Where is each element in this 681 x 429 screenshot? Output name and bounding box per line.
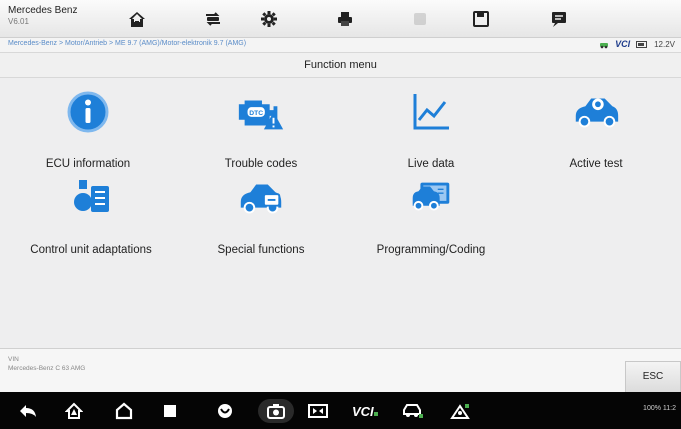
system-status: 100% 11:2 <box>643 405 676 412</box>
vehicle-info: VIN Mercedes-Benz C 63 AMG <box>8 355 85 373</box>
browser-button[interactable] <box>213 399 237 423</box>
programming-icon <box>405 176 457 220</box>
tile-trouble-codes[interactable]: DTC Trouble codes <box>176 84 346 176</box>
connection-status: VCI 12.2V <box>599 39 675 49</box>
car-wrench-icon <box>235 176 287 220</box>
adaptation-icon <box>65 176 117 220</box>
brand-name: Mercedes Benz <box>8 5 78 16</box>
save-button[interactable] <box>470 8 492 30</box>
print-button[interactable] <box>334 8 356 30</box>
datalog-button[interactable] <box>548 8 570 30</box>
home-button[interactable] <box>126 8 148 30</box>
tile-live-data[interactable]: Live data <box>346 84 516 176</box>
live-graph-icon <box>405 90 457 134</box>
recent-apps-icon <box>164 405 176 417</box>
vehicle-icon <box>403 404 423 418</box>
tile-label: Active test <box>569 158 623 170</box>
print-icon <box>338 12 352 26</box>
tile-ecu-information[interactable]: ECU information <box>3 84 173 176</box>
vehicle-swap-button[interactable] <box>202 8 224 30</box>
top-toolbar: Mercedes Benz V6.01 <box>0 0 681 38</box>
dtc-engine-icon: DTC <box>235 90 287 134</box>
tile-label: ECU information <box>45 158 131 170</box>
system-navigation-bar: VCI 100% 11:2 <box>0 392 681 429</box>
page-title: Function menu <box>0 52 681 78</box>
save-icon <box>473 11 489 27</box>
breadcrumb-bar: Mercedes-Benz > Motor/Antrieb > ME 9.7 (… <box>0 38 681 52</box>
vci-manager-button[interactable]: VCI <box>350 399 380 423</box>
car-gear-icon <box>570 90 622 134</box>
maxifix-home-button[interactable] <box>62 399 86 423</box>
settings-button[interactable] <box>258 8 280 30</box>
battery-voltage: 12.2V <box>654 39 675 49</box>
battery-icon <box>636 40 648 48</box>
software-version: V6.01 <box>8 17 29 26</box>
recent-apps-button[interactable] <box>158 399 182 423</box>
datalog-icon <box>552 12 566 27</box>
tile-programming-coding[interactable]: Programming/Coding <box>346 170 516 262</box>
vci-indicator: VCI <box>615 39 631 49</box>
maxifix-home-icon <box>65 402 83 419</box>
breadcrumb[interactable]: Mercedes-Benz > Motor/Antrieb > ME 9.7 (… <box>8 40 246 47</box>
tile-active-test[interactable]: Active test <box>511 84 681 176</box>
vin-label: VIN <box>8 356 19 363</box>
svg-text:DTC: DTC <box>249 110 263 117</box>
vehicle-connection-icon <box>600 42 609 48</box>
remote-icon <box>450 404 470 419</box>
vehicle-info-bar: VIN Mercedes-Benz C 63 AMG ESC <box>0 348 681 393</box>
remote-button[interactable] <box>448 399 472 423</box>
help-icon <box>414 13 426 25</box>
display-icon <box>308 404 328 418</box>
vehicle-brand: Mercedes Benz V6.01 <box>8 5 80 27</box>
back-button[interactable] <box>16 399 40 423</box>
android-home-icon <box>115 402 133 420</box>
screenshot-button[interactable] <box>258 399 294 423</box>
tile-label: Programming/Coding <box>376 244 486 256</box>
breadcrumb-path[interactable]: Mercedes-Benz > Motor/Antrieb > ME 9.7 (… <box>8 40 246 47</box>
camera-icon <box>267 404 285 419</box>
car-swap-icon <box>206 12 220 26</box>
info-icon <box>62 90 114 134</box>
function-menu-grid: ECU information DTC Trouble codes Live d… <box>0 78 681 348</box>
home-icon <box>129 12 145 27</box>
vehicle-model: Mercedes-Benz C 63 AMG <box>8 365 86 372</box>
tile-label: Special functions <box>217 244 305 256</box>
back-icon <box>20 405 36 417</box>
tile-label: Live data <box>407 158 455 170</box>
vci-icon: VCI <box>352 404 378 419</box>
tile-label: Trouble codes <box>224 158 298 170</box>
vehicle-button[interactable] <box>400 399 424 423</box>
help-button[interactable] <box>409 8 431 30</box>
tile-special-functions[interactable]: Special functions <box>176 170 346 262</box>
display-button[interactable] <box>306 399 330 423</box>
tile-control-unit-adaptations[interactable]: Control unit adaptations <box>6 170 176 262</box>
android-home-button[interactable] <box>112 399 136 423</box>
svg-text:VCI: VCI <box>352 404 374 419</box>
esc-button[interactable]: ESC <box>625 361 681 393</box>
tile-label: Control unit adaptations <box>30 244 152 256</box>
browser-icon <box>218 404 232 418</box>
settings-icon <box>261 11 277 27</box>
